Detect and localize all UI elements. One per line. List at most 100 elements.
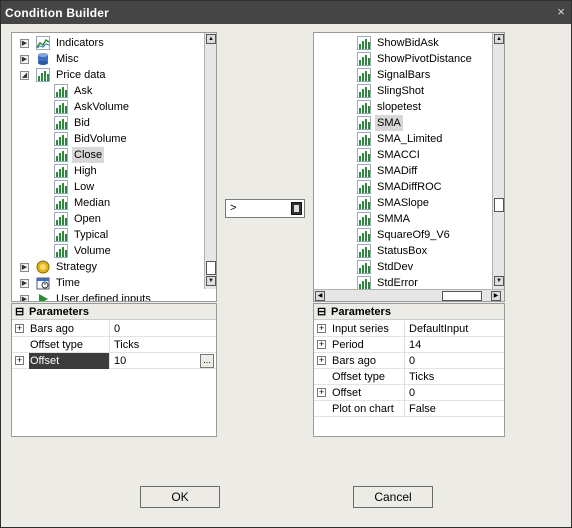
parameter-row[interactable]: Plot on chart False (314, 401, 504, 417)
tree-item[interactable]: SignalBars (314, 67, 490, 83)
dropdown-button[interactable] (291, 202, 302, 215)
scroll-thumb[interactable] (442, 291, 482, 301)
expand-toggle-icon[interactable]: ▶ (20, 295, 29, 301)
parameter-row[interactable]: Offset type Ticks (12, 337, 216, 353)
expand-plus-icon[interactable]: + (317, 388, 326, 397)
parameter-value[interactable]: False (404, 401, 504, 417)
tree-item[interactable]: Volume (12, 243, 202, 259)
tree-item[interactable]: AskVolume (12, 99, 202, 115)
parameter-value[interactable]: DefaultInput (404, 321, 504, 337)
expand-plus-icon[interactable]: + (317, 356, 326, 365)
tree-item[interactable]: High (12, 163, 202, 179)
expand-toggle-icon[interactable]: ▶ (20, 263, 29, 272)
scroll-up-icon[interactable]: ▲ (206, 34, 216, 44)
tree-item[interactable]: ▶ Strategy (12, 259, 202, 275)
parameter-value[interactable]: Ticks (404, 369, 504, 385)
tree-item[interactable]: ▶ Misc (12, 51, 202, 67)
expand-toggle-icon[interactable]: ◢ (20, 71, 29, 80)
tree-item[interactable]: Open (12, 211, 202, 227)
tree-item[interactable]: SMMA (314, 211, 490, 227)
parameter-row[interactable]: + Period 14 (314, 337, 504, 353)
parameter-name: Bars ago (30, 323, 75, 335)
parameter-value[interactable]: 0 (109, 321, 216, 337)
operator-value: > (230, 202, 237, 214)
tree-item-label: Volume (74, 245, 111, 257)
scroll-down-icon[interactable]: ▼ (494, 276, 504, 286)
tree-item[interactable]: Low (12, 179, 202, 195)
tree-item[interactable]: Close (12, 147, 202, 163)
scroll-right-icon[interactable]: ▶ (491, 291, 501, 301)
parameter-value[interactable]: Ticks (109, 337, 216, 353)
parameters-title: Parameters (29, 306, 89, 318)
tree-item[interactable]: SMA (314, 115, 490, 131)
parameter-row[interactable]: + Bars ago 0 (12, 321, 216, 337)
tree-item[interactable]: ◢ Price data (12, 67, 202, 83)
tree-item[interactable]: SquareOf9_V6 (314, 227, 490, 243)
tree-item[interactable]: ▶ User defined inputs (12, 291, 202, 301)
parameter-row[interactable]: + Input series DefaultInput (314, 321, 504, 337)
collapse-icon[interactable]: ⊟ (317, 304, 326, 320)
parameter-row[interactable]: Offset type Ticks (314, 369, 504, 385)
ok-button[interactable]: OK (140, 486, 220, 508)
indicator-chart-icon (36, 36, 50, 50)
parameter-value[interactable]: 14 (404, 337, 504, 353)
tree-item-label: Typical (74, 229, 109, 241)
close-icon[interactable]: × (557, 4, 565, 19)
left-tree-scrollbar[interactable]: ▲ ▼ (204, 33, 216, 289)
tree-item[interactable]: StatusBox (314, 243, 490, 259)
parameters-header: ⊟ Parameters (314, 304, 504, 320)
scroll-thumb[interactable] (494, 198, 504, 212)
tree-item[interactable]: SMA_Limited (314, 131, 490, 147)
expand-plus-icon[interactable]: + (15, 324, 24, 333)
parameter-row[interactable]: + Bars ago 0 (314, 353, 504, 369)
parameters-header: ⊟ Parameters (12, 304, 216, 320)
tree-item[interactable]: SMADiffROC (314, 179, 490, 195)
expand-plus-icon[interactable]: + (317, 324, 326, 333)
expand-toggle-icon[interactable]: ▶ (20, 55, 29, 64)
parameter-row[interactable]: + Offset 10... (12, 353, 216, 369)
tree-item[interactable]: StdDev (314, 259, 490, 275)
expand-plus-icon[interactable]: + (317, 340, 326, 349)
tree-item-label: Misc (56, 53, 79, 65)
ellipsis-button[interactable]: ... (200, 354, 214, 368)
tree-item-label: StdDev (377, 261, 414, 273)
scroll-thumb[interactable] (206, 261, 216, 275)
tree-item-label: Median (74, 197, 111, 209)
right-tree-hscrollbar[interactable]: ◀ ▶ (314, 289, 504, 301)
collapse-icon[interactable]: ⊟ (15, 304, 24, 320)
scroll-up-icon[interactable]: ▲ (494, 34, 504, 44)
tree-item-label: SMA_Limited (377, 133, 443, 145)
tree-item[interactable]: ShowPivotDistance (314, 51, 490, 67)
cancel-button[interactable]: Cancel (353, 486, 433, 508)
tree-item[interactable]: Median (12, 195, 202, 211)
expand-toggle-icon[interactable]: ▶ (20, 279, 29, 288)
parameter-value[interactable]: 0 (404, 353, 504, 369)
expand-toggle-icon[interactable]: ▶ (20, 39, 29, 48)
right-parameters-grid: ⊟ Parameters + Input series DefaultInput + Per… (313, 303, 505, 437)
tree-item[interactable]: SMASlope (314, 195, 490, 211)
tree-item[interactable]: SMACCI (314, 147, 490, 163)
scroll-down-icon[interactable]: ▼ (206, 276, 216, 286)
tree-item[interactable]: ShowBidAsk (314, 35, 490, 51)
parameter-name: Period (332, 339, 364, 351)
right-tree-panel: ShowBidAsk ShowPivotDistance SignalBars … (313, 32, 505, 302)
expand-plus-icon[interactable]: + (15, 356, 24, 365)
parameter-value[interactable]: 0 (404, 385, 504, 401)
tree-item-label: ShowBidAsk (377, 37, 439, 49)
tree-item[interactable]: Typical (12, 227, 202, 243)
bar-chart-icon (357, 260, 371, 274)
scroll-left-icon[interactable]: ◀ (315, 291, 325, 301)
tree-item[interactable]: BidVolume (12, 131, 202, 147)
tree-item[interactable]: Ask (12, 83, 202, 99)
parameter-row[interactable]: + Offset 0 (314, 385, 504, 401)
bar-chart-icon (54, 196, 68, 210)
operator-dropdown[interactable]: > (225, 199, 305, 218)
tree-item-label: StatusBox (377, 245, 428, 257)
tree-item[interactable]: SMADiff (314, 163, 490, 179)
tree-item[interactable]: Bid (12, 115, 202, 131)
tree-item[interactable]: ▶ Indicators (12, 35, 202, 51)
tree-item[interactable]: ▶ Time (12, 275, 202, 291)
right-tree-scrollbar[interactable]: ▲ ▼ (492, 33, 504, 289)
tree-item[interactable]: slopetest (314, 99, 490, 115)
tree-item[interactable]: SlingShot (314, 83, 490, 99)
